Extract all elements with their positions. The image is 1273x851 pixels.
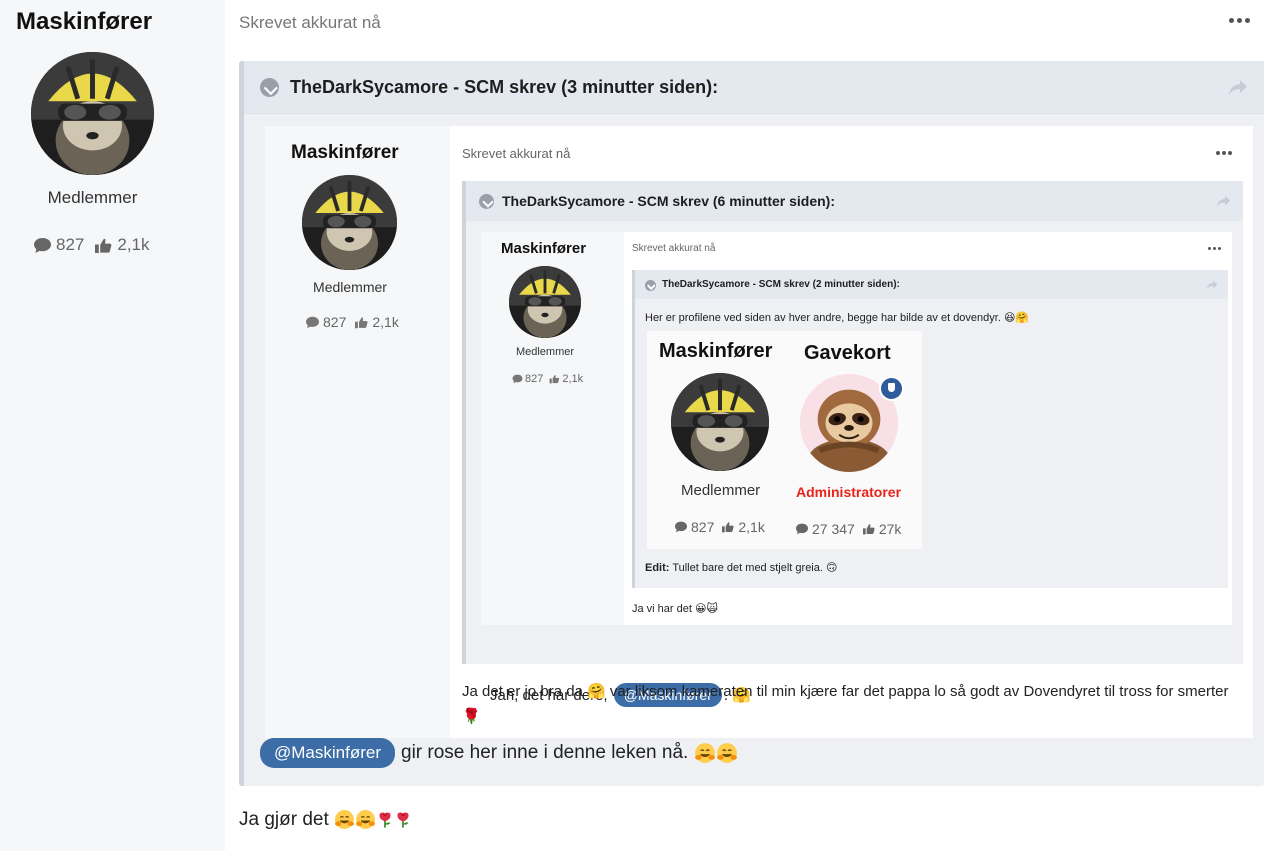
more-options-icon	[1216, 151, 1233, 155]
hugging-face-emoji	[355, 809, 376, 830]
toggle-quote-icon[interactable]	[260, 78, 279, 97]
hugging-face-emoji	[334, 809, 355, 830]
edit-text: Tullet bare det med stjelt greia. 🙃	[672, 562, 838, 574]
comment-icon	[674, 521, 688, 533]
quote-block: TheDarkSycamore - SCM skrev (3 minutter …	[239, 61, 1264, 786]
thumbs-up-icon	[721, 521, 735, 533]
embedded-author-avatar	[302, 175, 397, 270]
nested-quote-text: Her er profilene ved siden av hver andre…	[645, 312, 1030, 324]
nested-reaction-count: 2,1k	[562, 373, 584, 385]
mention-link[interactable]: @Maskinfører	[260, 738, 395, 768]
embedded-post-date: Skrevet akkurat nå	[462, 146, 571, 161]
embedded-author-name: Maskinfører	[291, 142, 399, 163]
nested-quote-block: TheDarkSycamore - SCM skrev (2 minutter …	[632, 270, 1228, 588]
quote-header: TheDarkSycamore - SCM skrev (3 minutter …	[244, 61, 1264, 114]
embedded-quote-block: TheDarkSycamore - SCM skrev (6 minutter …	[462, 181, 1243, 707]
comment-icon	[33, 237, 52, 254]
author-post-count: 827	[56, 235, 85, 254]
edit-note: Edit: Tullet bare det med stjelt greia. …	[645, 561, 837, 574]
card-left-posts: 827	[691, 519, 715, 535]
author-stats: 827 2,1k	[33, 235, 160, 255]
rose-emoji	[376, 809, 394, 830]
embedded-reaction-count: 2,1k	[372, 314, 399, 330]
toggle-quote-icon	[645, 280, 656, 291]
card-left-avatar	[671, 373, 769, 471]
embedded-quote-title: TheDarkSycamore - SCM skrev (6 minutter …	[502, 193, 835, 209]
nested-author-sidebar: Maskinfører Medlemmer 827 2,1k	[481, 232, 624, 625]
author-group: Medlemmer	[47, 188, 138, 207]
embedded-author-group: Medlemmer	[313, 279, 387, 295]
quote-body: @Maskinfører gir rose her inne i denne l…	[260, 738, 738, 768]
embedded-post-body: Ja det er jo bra da 🤗 var liksom kamerat…	[462, 683, 1229, 725]
hugging-face-emoji	[694, 742, 716, 764]
more-options-icon[interactable]	[1229, 18, 1251, 28]
share-icon[interactable]	[1228, 79, 1248, 96]
share-icon	[1206, 280, 1218, 290]
card-right-posts: 27 347	[812, 521, 855, 537]
thumbs-up-icon	[549, 374, 560, 384]
post-date[interactable]: Skrevet akkurat nå	[239, 13, 381, 33]
embedded-author-sidebar: Maskinfører Medlemmer 827 2,1k	[265, 126, 450, 738]
author-avatar[interactable]	[31, 52, 154, 175]
edit-label: Edit:	[645, 562, 670, 574]
author-name[interactable]: Maskinfører	[16, 8, 152, 36]
nested-quote-title: TheDarkSycamore - SCM skrev (2 minutter …	[662, 279, 900, 290]
thumbs-up-icon	[862, 523, 876, 535]
author-sidebar: Maskinfører Medlemmer 827 2,1k	[0, 0, 225, 851]
nested-author-name: Maskinfører	[501, 240, 587, 257]
thumbs-up-icon	[354, 316, 369, 329]
nested-post-date: Skrevet akkurat nå	[632, 243, 716, 254]
profile-comparison-image: Maskinfører Gavekort Medlemmer Administr…	[647, 331, 922, 549]
moderator-badge-icon	[879, 376, 904, 401]
more-options-icon	[1208, 247, 1221, 250]
nested-quote-header: TheDarkSycamore - SCM skrev (2 minutter …	[635, 270, 1228, 299]
quote-text: gir rose her inne i denne leken nå.	[401, 742, 689, 763]
comment-icon	[512, 374, 523, 384]
author-reaction-count: 2,1k	[117, 235, 150, 254]
nested-post-count: 827	[525, 373, 544, 385]
toggle-quote-icon	[479, 194, 494, 209]
card-right-reactions: 27k	[878, 521, 902, 537]
embedded-quote-header: TheDarkSycamore - SCM skrev (6 minutter …	[466, 181, 1243, 221]
card-right-group: Administratorer	[796, 484, 902, 500]
card-left-group: Medlemmer	[681, 482, 761, 499]
embedded-author-stats: 827 2,1k	[305, 314, 407, 330]
nested-author-avatar	[509, 266, 581, 338]
hugging-face-emoji	[716, 742, 738, 764]
comment-icon	[795, 523, 809, 535]
nested-author-group: Medlemmer	[515, 346, 575, 358]
card-right-name: Gavekort	[804, 342, 891, 364]
embedded-post: Skrevet akkurat nå TheDarkSycamore - SCM…	[450, 126, 1253, 738]
nested-post: Skrevet akkurat nå TheDarkSycamore - SCM…	[624, 232, 1232, 625]
post-body: Ja gjør det	[239, 809, 412, 831]
post-body-text: Ja gjør det	[239, 809, 329, 830]
nested-author-stats: 827 2,1k	[512, 373, 589, 385]
card-right-stats: 27 347 27k	[795, 521, 908, 537]
nested-reply-text: Ja vi har det 😀🙀	[632, 603, 718, 615]
thumbs-up-icon	[94, 237, 113, 254]
share-icon	[1216, 195, 1231, 208]
quote-title: TheDarkSycamore - SCM skrev (3 minutter …	[290, 77, 719, 97]
card-left-stats: 827 2,1k	[674, 519, 772, 535]
card-left-reactions: 2,1k	[738, 519, 765, 535]
rose-emoji	[394, 809, 412, 830]
embedded-post-count: 827	[323, 314, 347, 330]
card-left-name: Maskinfører	[659, 340, 773, 362]
comment-icon	[305, 316, 320, 329]
